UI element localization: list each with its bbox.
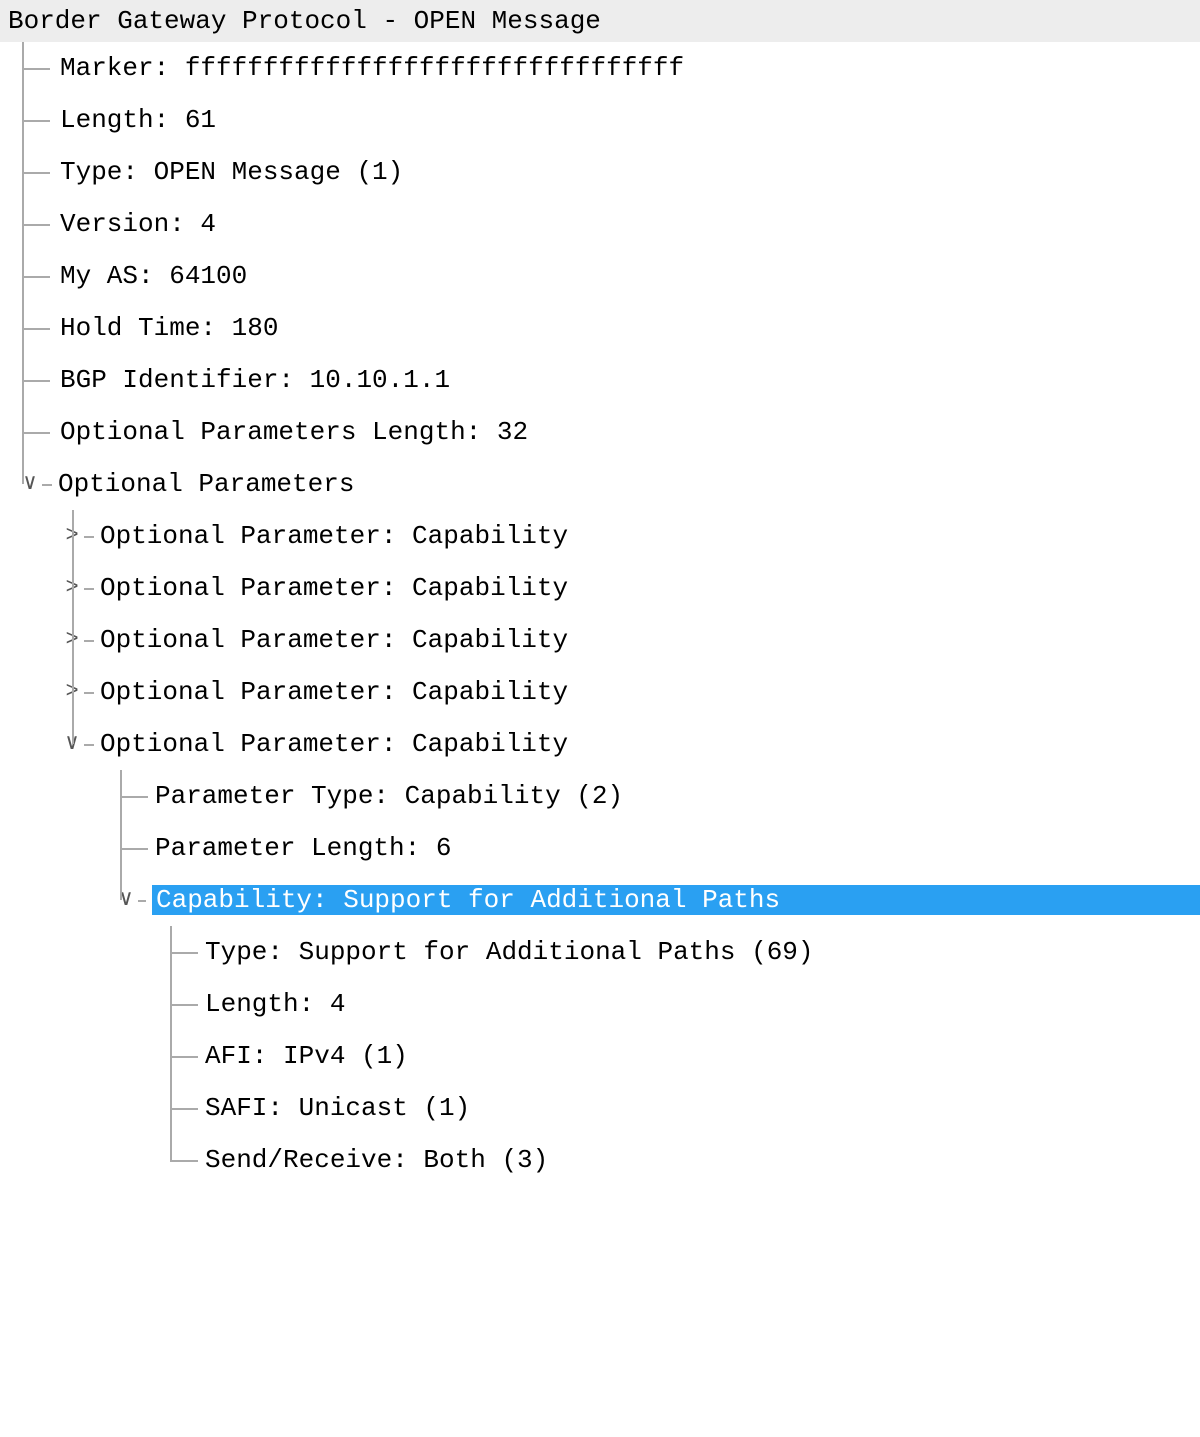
chevron-down-icon[interactable]: ∨: [114, 889, 138, 911]
opt-param-capability-1[interactable]: ˃ Optional Parameter: Capability: [0, 510, 1200, 562]
field-length[interactable]: Length: 61: [0, 94, 1200, 146]
cap-length[interactable]: Length: 4: [0, 978, 1200, 1030]
protocol-header[interactable]: Border Gateway Protocol - OPEN Message: [0, 0, 1200, 42]
header-label: Border Gateway Protocol - OPEN Message: [8, 8, 601, 34]
cap-length-label: Length: 4: [205, 991, 345, 1017]
cap-safi[interactable]: SAFI: Unicast (1): [0, 1082, 1200, 1134]
field-opt-param-len[interactable]: Optional Parameters Length: 32: [0, 406, 1200, 458]
marker-label: Marker: ffffffffffffffffffffffffffffffff: [60, 55, 684, 81]
opt-param-capability-5[interactable]: ∨ Optional Parameter: Capability: [0, 718, 1200, 770]
my-as-label: My AS: 64100: [60, 263, 247, 289]
cap1-label: Optional Parameter: Capability: [100, 523, 568, 549]
field-hold-time[interactable]: Hold Time: 180: [0, 302, 1200, 354]
cap4-label: Optional Parameter: Capability: [100, 679, 568, 705]
opt-param-capability-4[interactable]: ˃ Optional Parameter: Capability: [0, 666, 1200, 718]
cap3-label: Optional Parameter: Capability: [100, 627, 568, 653]
cap-sendrecv[interactable]: Send/Receive: Both (3): [0, 1134, 1200, 1186]
param-type[interactable]: Parameter Type: Capability (2): [0, 770, 1200, 822]
opt-param-capability-2[interactable]: ˃ Optional Parameter: Capability: [0, 562, 1200, 614]
cap-type[interactable]: Type: Support for Additional Paths (69): [0, 926, 1200, 978]
field-marker[interactable]: Marker: ffffffffffffffffffffffffffffffff: [0, 42, 1200, 94]
capability-label: Capability: Support for Additional Paths: [152, 885, 1200, 915]
type-label: Type: OPEN Message (1): [60, 159, 403, 185]
length-label: Length: 61: [60, 107, 216, 133]
cap2-label: Optional Parameter: Capability: [100, 575, 568, 601]
bgp-id-label: BGP Identifier: 10.10.1.1: [60, 367, 450, 393]
param-type-label: Parameter Type: Capability (2): [155, 783, 623, 809]
version-label: Version: 4: [60, 211, 216, 237]
cap-afi-label: AFI: IPv4 (1): [205, 1043, 408, 1069]
opt-param-len-label: Optional Parameters Length: 32: [60, 419, 528, 445]
param-length[interactable]: Parameter Length: 6: [0, 822, 1200, 874]
hold-time-label: Hold Time: 180: [60, 315, 278, 341]
cap-sendrecv-label: Send/Receive: Both (3): [205, 1147, 548, 1173]
field-version[interactable]: Version: 4: [0, 198, 1200, 250]
field-my-as[interactable]: My AS: 64100: [0, 250, 1200, 302]
capability-node[interactable]: ∨ Capability: Support for Additional Pat…: [0, 874, 1200, 926]
cap-safi-label: SAFI: Unicast (1): [205, 1095, 470, 1121]
cap-afi[interactable]: AFI: IPv4 (1): [0, 1030, 1200, 1082]
opt-param-capability-3[interactable]: ˃ Optional Parameter: Capability: [0, 614, 1200, 666]
field-bgp-identifier[interactable]: BGP Identifier: 10.10.1.1: [0, 354, 1200, 406]
field-type[interactable]: Type: OPEN Message (1): [0, 146, 1200, 198]
cap5-label: Optional Parameter: Capability: [100, 731, 568, 757]
opt-params-label: Optional Parameters: [58, 471, 354, 497]
optional-parameters-node[interactable]: ∨ Optional Parameters: [0, 458, 1200, 510]
cap-type-label: Type: Support for Additional Paths (69): [205, 939, 814, 965]
param-length-label: Parameter Length: 6: [155, 835, 451, 861]
